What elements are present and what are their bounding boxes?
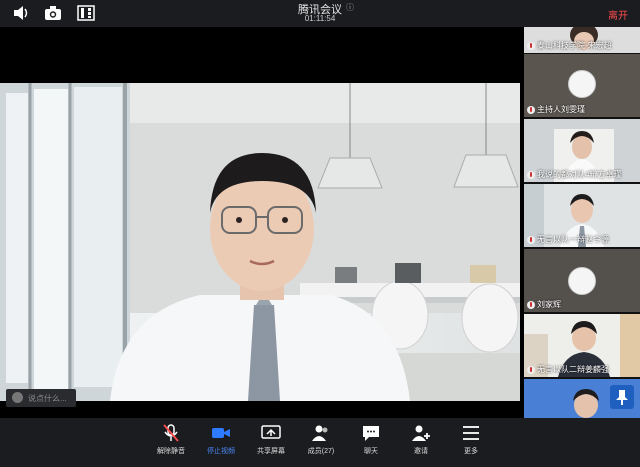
pin-button[interactable]: [610, 385, 634, 409]
chat-input[interactable]: 说点什么...: [6, 389, 76, 407]
participant-tile[interactable]: 主持人刘雯瑾: [524, 54, 640, 117]
leave-button[interactable]: 离开: [608, 7, 628, 22]
share-screen-icon: [261, 425, 281, 439]
chat-button[interactable]: 聊天: [346, 424, 396, 456]
meeting-timer: 01:11:54: [304, 14, 336, 23]
members-icon: [312, 425, 328, 441]
participant-label: 泰山科技学院-宋宏超: [527, 40, 612, 51]
stop-video-button[interactable]: 停止视频: [196, 424, 246, 456]
participant-label: 我说的都对队4辩方卓瑾: [527, 169, 621, 180]
participant-tile[interactable]: 无言以队二辩姜麟强: [524, 314, 640, 377]
chat-icon: [363, 426, 379, 441]
video-icon: [212, 428, 230, 438]
mic-muted-icon: [527, 235, 535, 244]
top-bar: 腾讯会议 ⓘ 01:11:54 离开: [0, 0, 640, 27]
invite-icon: [412, 425, 430, 441]
unmute-button[interactable]: 解除静音: [146, 424, 196, 456]
participant-tile[interactable]: 我说的都对队4辩方卓瑾: [524, 119, 640, 182]
mic-muted-icon: [527, 170, 535, 179]
participant-tile[interactable]: 无言以队一辩赵令源: [524, 184, 640, 247]
info-icon[interactable]: ⓘ: [346, 2, 354, 13]
participant-tile[interactable]: 刘家辉: [524, 249, 640, 312]
more-button[interactable]: 更多: [446, 424, 496, 456]
more-icon: [463, 426, 479, 440]
mic-muted-icon: [163, 424, 179, 442]
main-video-feed[interactable]: [0, 83, 520, 401]
participant-tile[interactable]: 泰山科技学院-宋宏超: [524, 27, 640, 53]
video-frame: [0, 83, 520, 401]
avatar: [568, 267, 596, 295]
avatar: [568, 70, 596, 98]
participant-label: 主持人刘雯瑾: [527, 104, 585, 115]
mic-muted-icon: [527, 105, 535, 114]
participant-list: 泰山科技学院-宋宏超 主持人刘雯瑾 我说的都对队4辩方卓瑾 无言以队一辩赵令源 …: [524, 27, 640, 418]
emoji-icon[interactable]: [12, 392, 23, 403]
members-button[interactable]: 成员(27): [296, 424, 346, 456]
participant-label: 刘家辉: [527, 299, 561, 310]
participant-label: 无言以队二辩姜麟强: [527, 364, 609, 375]
chat-placeholder: 说点什么...: [28, 394, 67, 403]
bottom-toolbar: 解除静音 停止视频 共享屏幕 成员(27) 聊天 邀请 更多: [0, 418, 640, 467]
share-screen-button[interactable]: 共享屏幕: [246, 424, 296, 456]
participant-label: 无言以队一辩赵令源: [527, 234, 609, 245]
mic-muted-icon: [527, 41, 535, 50]
invite-button[interactable]: 邀请: [396, 424, 446, 456]
mic-muted-icon: [527, 365, 535, 374]
mic-muted-icon: [527, 300, 535, 309]
main-video-area: 说点什么...: [0, 27, 524, 418]
pin-icon: [616, 390, 628, 405]
